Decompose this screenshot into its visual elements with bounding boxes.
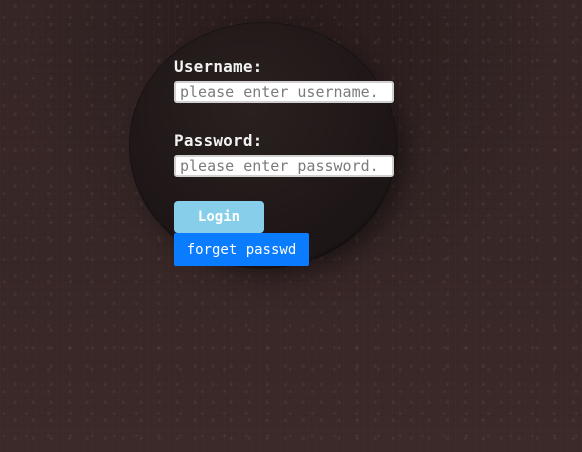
form-stack: Username: Password: Login forget passwd [174, 57, 414, 266]
forget-password-button[interactable]: forget passwd [174, 233, 309, 266]
username-label: Username: [174, 57, 263, 76]
login-form: Username: Password: Login forget passwd [174, 57, 414, 266]
password-label: Password: [174, 131, 263, 150]
login-button[interactable]: Login [174, 201, 264, 233]
password-input[interactable] [174, 155, 394, 177]
username-input[interactable] [174, 81, 394, 103]
